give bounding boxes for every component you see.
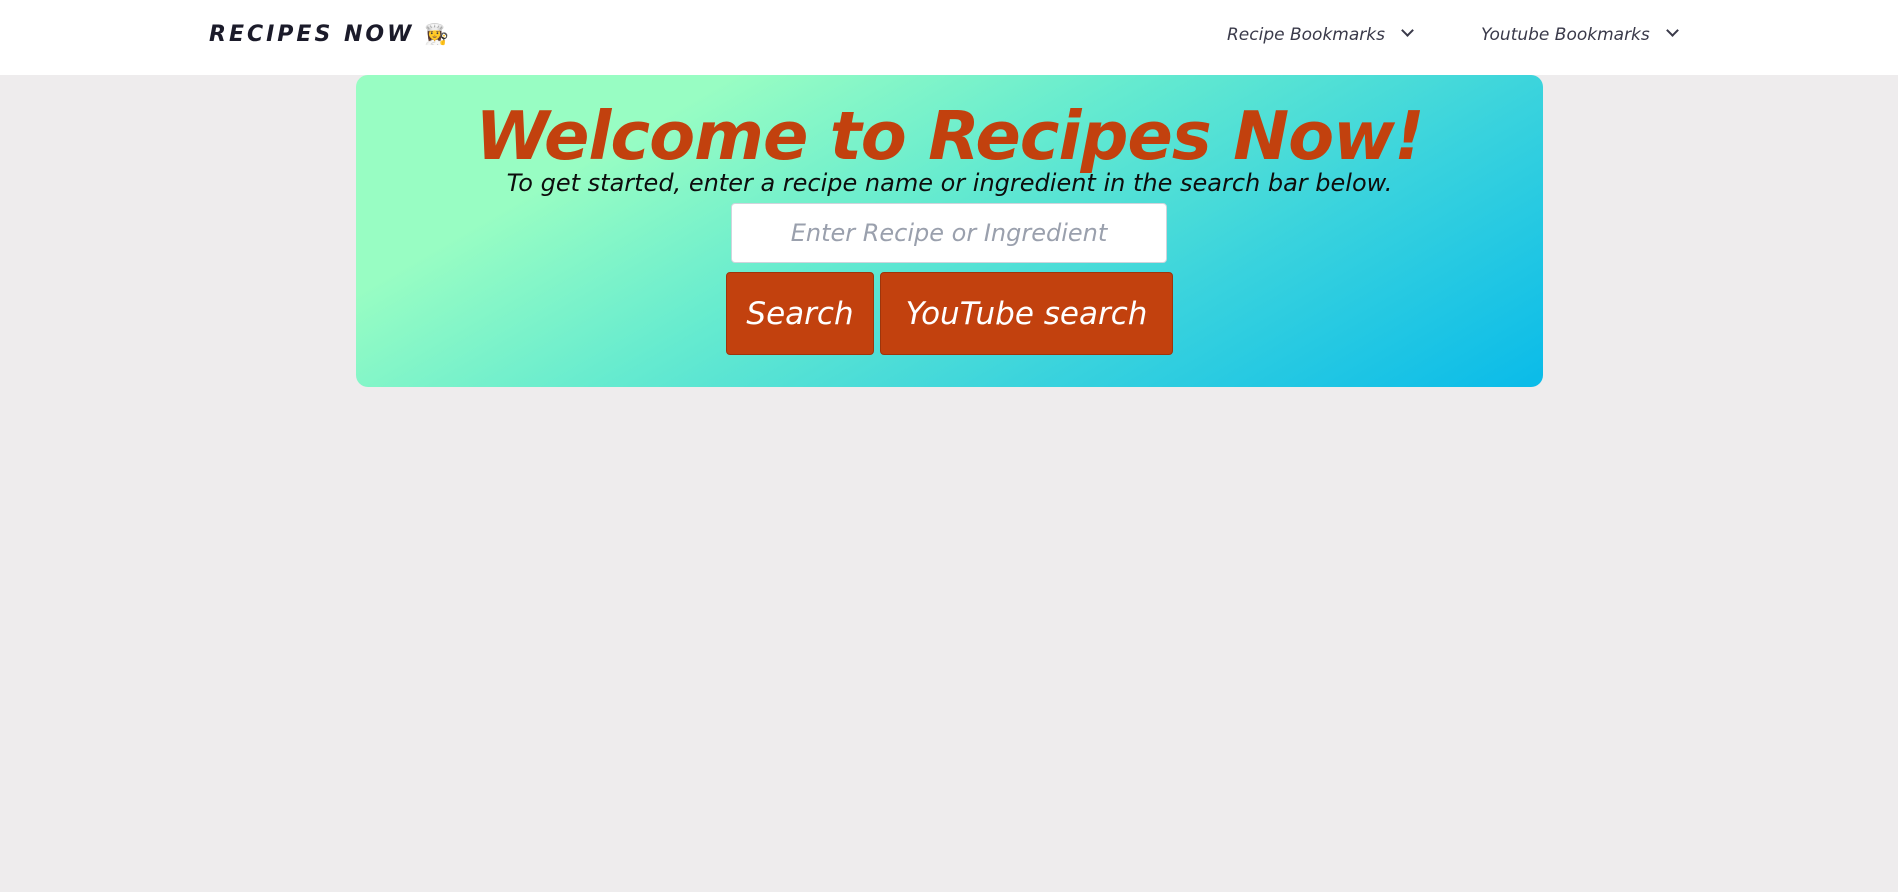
chevron-down-icon <box>1665 24 1679 37</box>
recipe-bookmarks-dropdown[interactable]: Recipe Bookmarks <box>1227 24 1414 45</box>
recipe-bookmarks-label: Recipe Bookmarks <box>1227 25 1385 45</box>
chef-icon: 👩‍🍳 <box>424 22 450 46</box>
page-title: Welcome to Recipes Now! <box>475 97 1424 175</box>
search-input[interactable] <box>731 203 1167 263</box>
youtube-bookmarks-dropdown[interactable]: Youtube Bookmarks <box>1481 24 1679 45</box>
brand-name: RECIPES NOW <box>209 22 415 47</box>
chevron-down-icon <box>1401 24 1414 37</box>
hero-panel: Welcome to Recipes Now! To get started, … <box>356 75 1543 387</box>
search-button[interactable]: Search <box>726 272 874 355</box>
brand-logo[interactable]: RECIPES NOW 👩‍🍳 <box>209 22 449 47</box>
top-navbar: RECIPES NOW 👩‍🍳 Recipe Bookmarks Youtube … <box>0 0 1898 75</box>
page-subtitle: To get started, enter a recipe name or i… <box>506 169 1393 197</box>
youtube-bookmarks-label: Youtube Bookmarks <box>1481 25 1650 45</box>
youtube-search-button[interactable]: YouTube search <box>880 272 1173 355</box>
